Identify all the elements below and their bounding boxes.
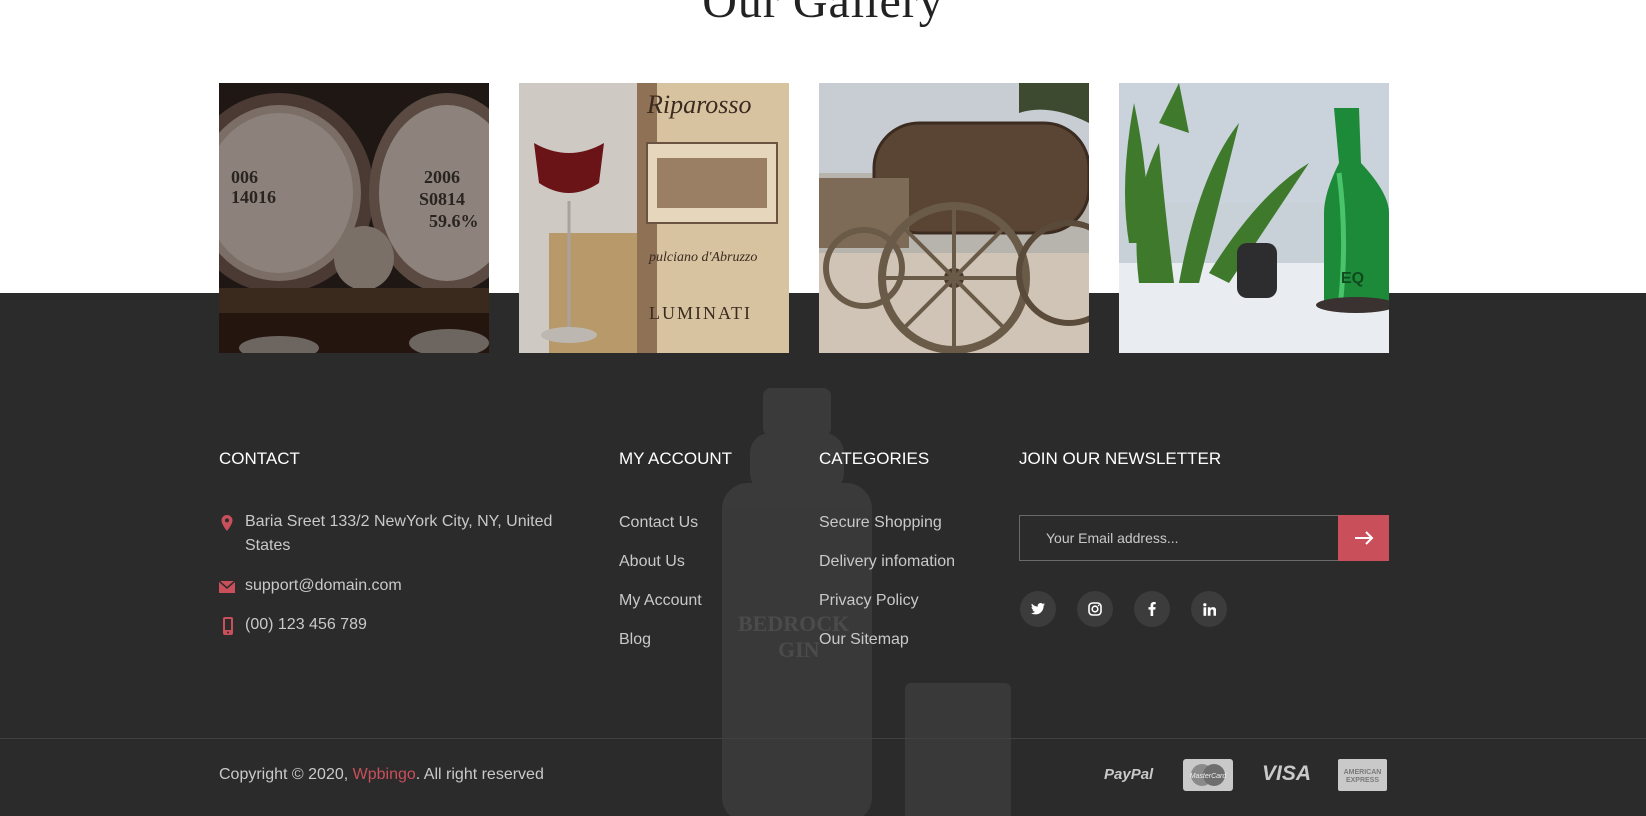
gallery-item-green-bottle[interactable]: EQ [1119, 83, 1389, 353]
gallery-item-water-cart[interactable] [819, 83, 1089, 353]
svg-text:EQ: EQ [1341, 270, 1364, 287]
social-instagram-button[interactable] [1077, 591, 1113, 627]
svg-text:Riparosso: Riparosso [646, 90, 752, 119]
link-our-sitemap[interactable]: Our Sitemap [819, 631, 909, 649]
amex-line1: AMERICAN [1344, 769, 1382, 776]
newsletter-email-input[interactable] [1019, 515, 1339, 561]
footer-divider [0, 738, 1646, 739]
social-twitter-button[interactable] [1020, 591, 1056, 627]
mastercard-logo-text: MasterCard [1190, 773, 1228, 780]
contact-title: CONTACT [219, 449, 300, 468]
gallery-item-whiskey-barrels[interactable]: 006 14016 2006 S0814 59.6% [219, 83, 489, 353]
copyright-suffix: . All right reserved [415, 766, 544, 783]
green-bottle-plant-photo: EQ [1119, 83, 1389, 353]
social-facebook-button[interactable] [1134, 591, 1170, 627]
svg-text:LUMINATI: LUMINATI [649, 303, 752, 323]
social-linkedin-button[interactable] [1191, 591, 1227, 627]
svg-text:GIN: GIN [778, 637, 820, 662]
copyright-brand-link[interactable]: Wpbingo [353, 766, 416, 783]
contact-address-line1: Baria Sreet 133/2 NewYork City, NY, Unit… [245, 513, 553, 530]
footer: BEDROCK GIN CONTACT Baria Sreet 133/2 Ne… [0, 293, 1646, 816]
categories-title: CATEGORIES [819, 449, 930, 468]
link-contact-us[interactable]: Contact Us [619, 514, 698, 532]
location-pin-icon [221, 515, 233, 531]
svg-text:59.6%: 59.6% [429, 211, 479, 231]
twitter-icon [1031, 603, 1045, 615]
visa-logo-text: VISA [1262, 762, 1312, 785]
newsletter-submit-button[interactable] [1338, 515, 1389, 561]
contact-phone: (00) 123 456 789 [245, 616, 367, 633]
link-about-us[interactable]: About Us [619, 553, 685, 571]
link-secure-shopping[interactable]: Secure Shopping [819, 514, 942, 532]
gallery-title: Our Gallery [702, 0, 944, 28]
instagram-icon [1088, 602, 1102, 616]
envelope-icon [219, 580, 235, 593]
phone-icon [223, 617, 233, 635]
link-delivery-information[interactable]: Delivery infomation [819, 553, 955, 571]
link-my-account[interactable]: My Account [619, 592, 702, 610]
mastercard-logo: MasterCard [1183, 759, 1233, 791]
contact-address: Baria Sreet 133/2 NewYork City, NY, Unit… [245, 510, 552, 558]
account-title: MY ACCOUNT [619, 449, 733, 468]
facebook-icon [1148, 602, 1156, 616]
svg-text:S0814: S0814 [419, 189, 465, 209]
contact-email: support@domain.com [245, 577, 402, 594]
link-blog[interactable]: Blog [619, 631, 651, 649]
copyright-prefix: Copyright © 2020, [219, 766, 353, 783]
link-privacy-policy[interactable]: Privacy Policy [819, 592, 919, 610]
svg-text:006: 006 [231, 167, 258, 187]
linkedin-icon [1202, 602, 1216, 616]
contact-address-line2: States [245, 537, 291, 554]
whiskey-barrels-photo: 006 14016 2006 S0814 59.6% [219, 83, 489, 353]
gallery: 006 14016 2006 S0814 59.6% Riparosso pul… [219, 83, 1390, 353]
arrow-right-icon [1354, 531, 1373, 545]
water-cart-photo [819, 83, 1089, 353]
svg-text:2006: 2006 [424, 167, 460, 187]
wine-bottle-glass-photo: Riparosso pulciano d'Abruzzo LUMINATI [519, 83, 789, 353]
amex-logo: AMERICAN EXPRESS [1338, 759, 1387, 791]
gallery-item-wine-bottle[interactable]: Riparosso pulciano d'Abruzzo LUMINATI [519, 83, 789, 353]
paypal-logo-text: PayPal [1104, 766, 1154, 783]
copyright-text: Copyright © 2020, Wpbingo. All right res… [219, 766, 544, 784]
newsletter-title: JOIN OUR NEWSLETTER [1019, 449, 1222, 468]
paypal-logo: PayPal [1104, 766, 1153, 784]
visa-logo: VISA [1262, 762, 1311, 786]
svg-text:14016: 14016 [231, 187, 276, 207]
svg-text:pulciano d'Abruzzo: pulciano d'Abruzzo [648, 250, 757, 265]
amex-line2: EXPRESS [1346, 777, 1379, 784]
